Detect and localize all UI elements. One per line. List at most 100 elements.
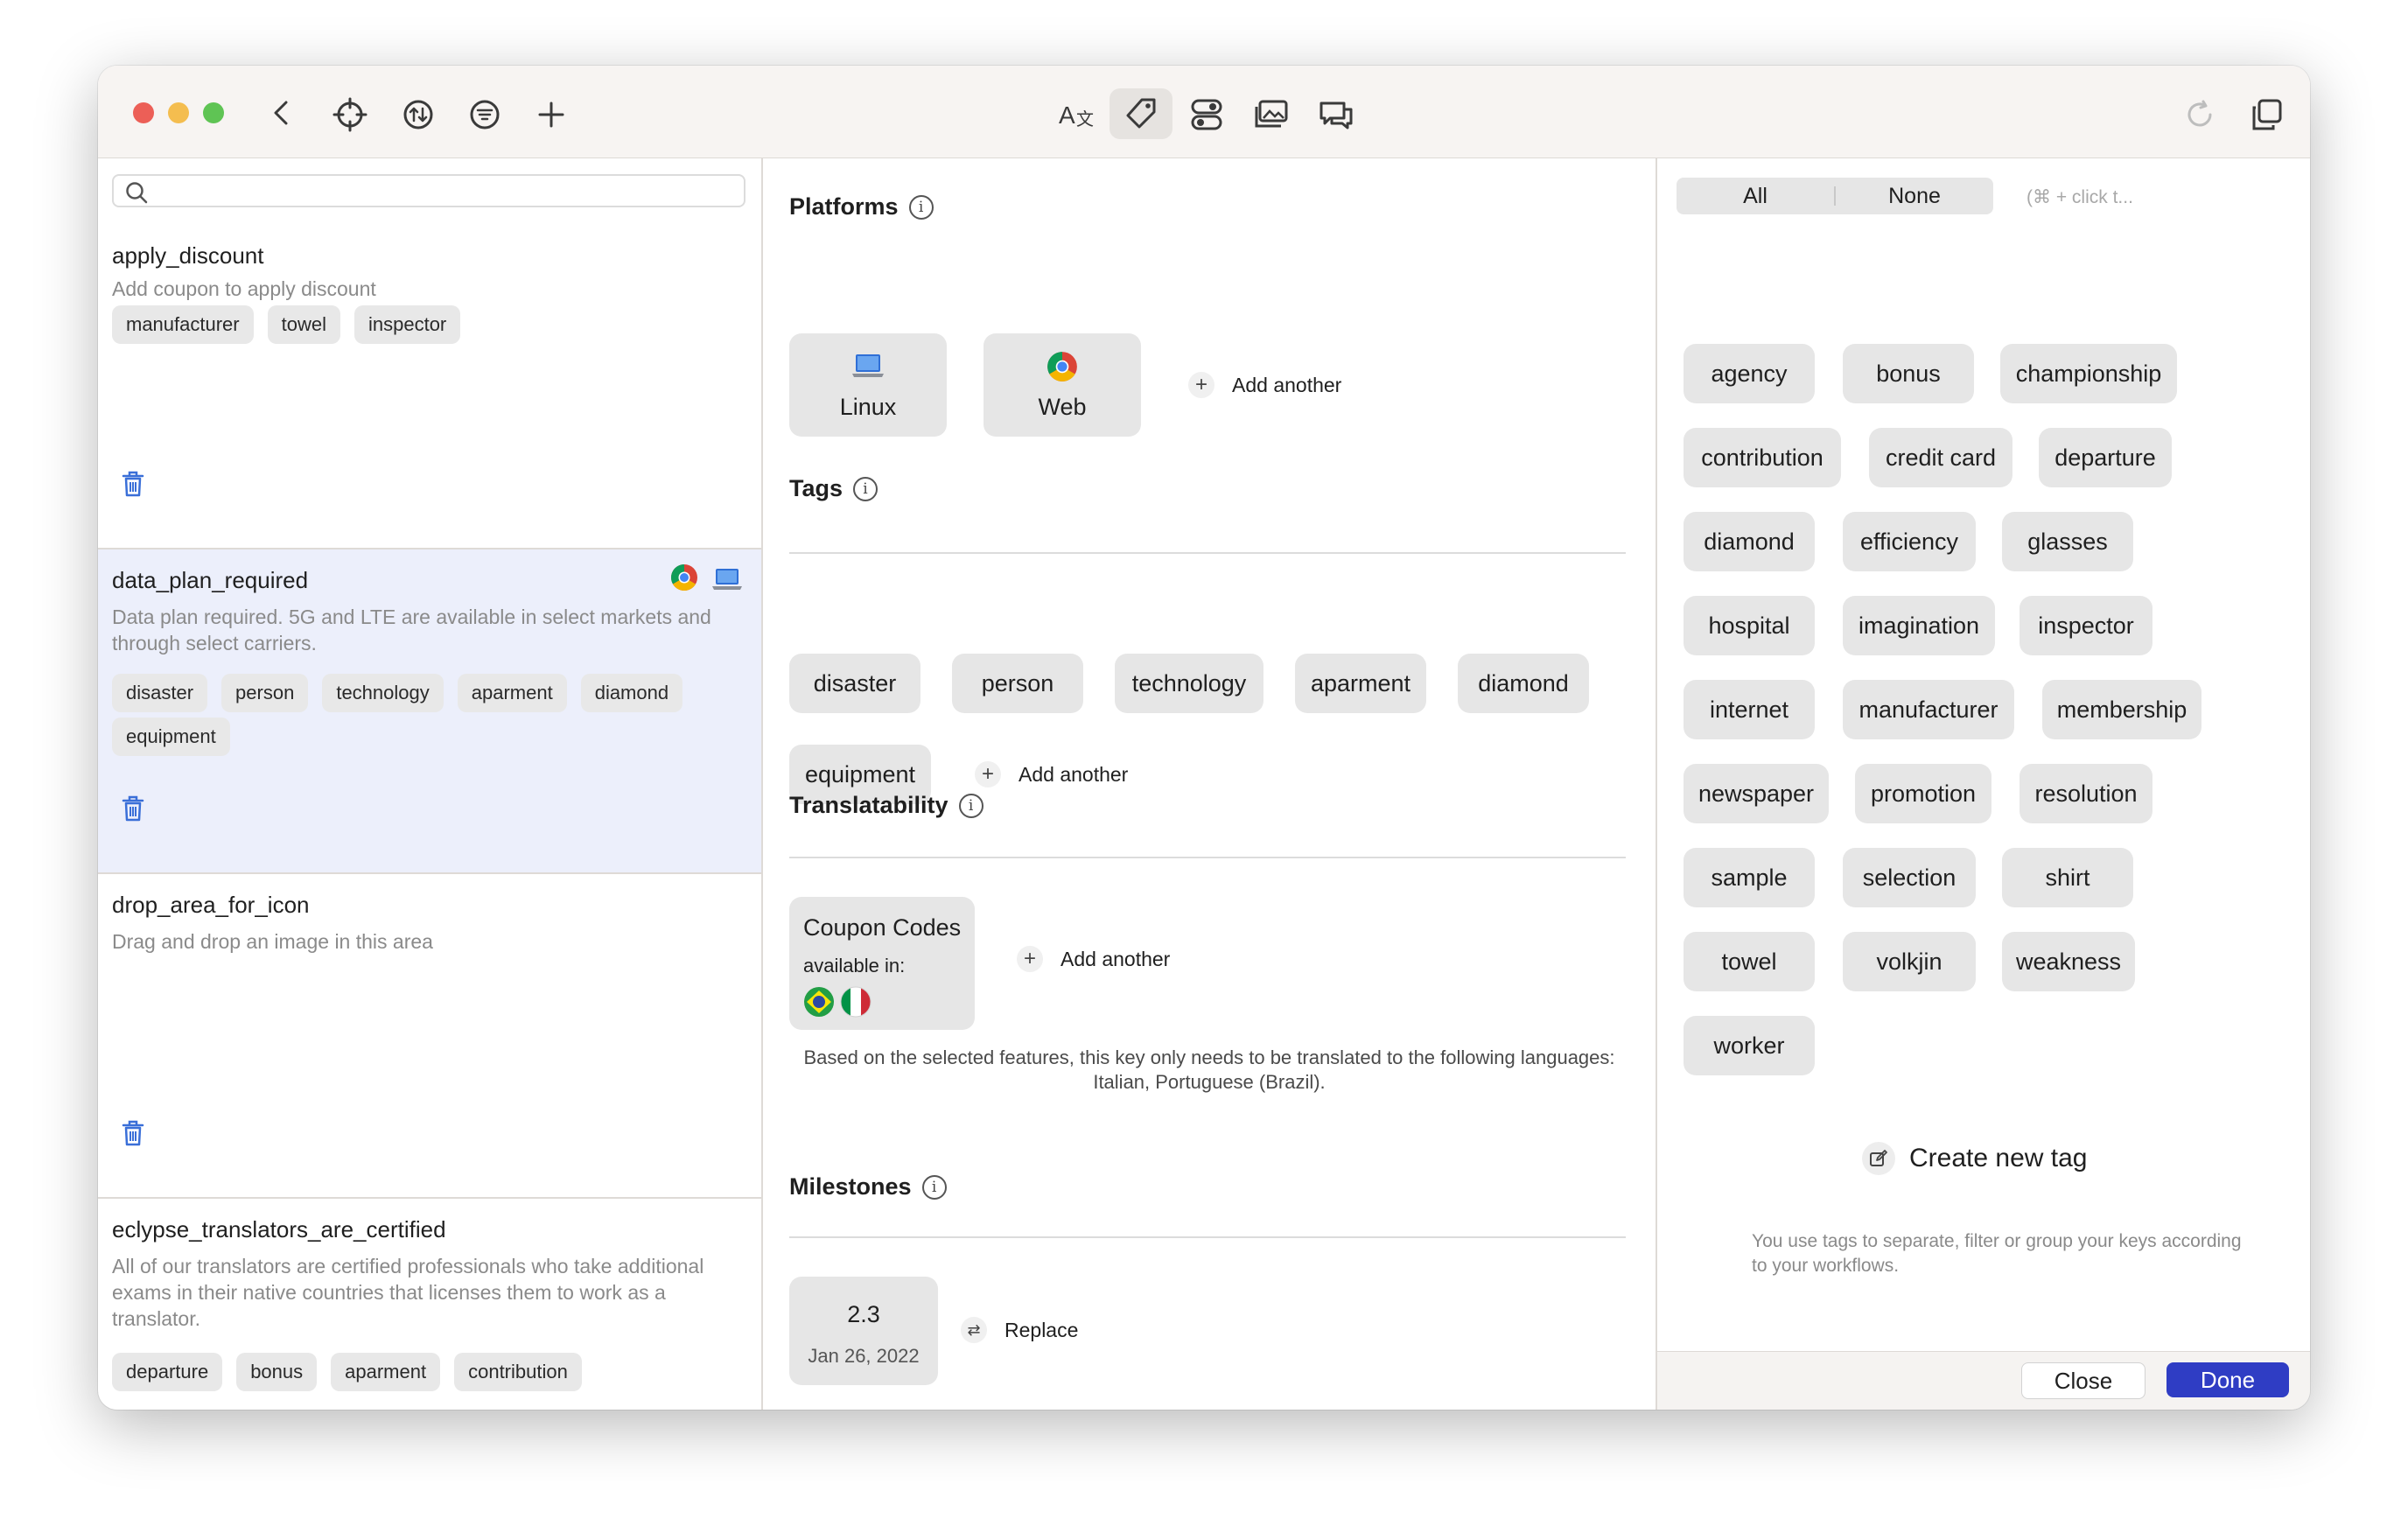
tag-option[interactable]: hospital <box>1684 596 1815 655</box>
available-in-label: available in: <box>803 955 906 976</box>
tag-option[interactable]: worker <box>1684 1016 1815 1075</box>
translate-icon[interactable]: A文 <box>1055 95 1099 134</box>
milestone-card[interactable]: 2.3 Jan 26, 2022 <box>789 1277 938 1385</box>
crosshair-icon[interactable] <box>331 95 369 134</box>
tag-option[interactable]: internet <box>1684 680 1815 739</box>
translatability-card[interactable]: Coupon Codes available in: <box>789 897 975 1030</box>
add-platform-label: Add another <box>1232 373 1342 396</box>
tag-option[interactable]: manufacturer <box>1843 680 2014 739</box>
search-input[interactable] <box>154 176 718 207</box>
tag-chip[interactable]: person <box>952 654 1083 713</box>
key-name: data_plan_required <box>112 567 309 593</box>
key-tag-chip: person <box>221 674 309 712</box>
chrome-icon <box>670 564 698 596</box>
key-list-panel: apply_discount Add coupon to apply disco… <box>98 158 763 1410</box>
tag-chip[interactable]: disaster <box>789 654 920 713</box>
search-field[interactable] <box>112 174 746 207</box>
select-none-button[interactable]: None <box>1836 184 1993 209</box>
comments-icon[interactable] <box>1314 95 1358 134</box>
select-all-button[interactable]: All <box>1676 184 1834 209</box>
milestones-title-text: Milestones <box>789 1173 912 1200</box>
picker-footer: Close Done <box>1657 1351 2310 1410</box>
platform-web-button[interactable]: Web <box>984 333 1141 437</box>
tag-icon[interactable] <box>1110 88 1172 139</box>
tag-option[interactable]: championship <box>2000 344 2177 403</box>
tags-title: Tags i <box>789 475 878 502</box>
tag-option[interactable]: imagination <box>1843 596 1995 655</box>
info-icon[interactable]: i <box>921 1174 947 1200</box>
key-list-item[interactable]: drop_area_for_icon Drag and drop an imag… <box>98 874 761 1199</box>
sort-icon[interactable] <box>399 95 438 134</box>
tag-option[interactable]: efficiency <box>1843 512 1976 571</box>
platform-linux-button[interactable]: Linux <box>789 333 947 437</box>
close-button[interactable]: Close <box>2021 1362 2146 1399</box>
tag-option[interactable]: glasses <box>2002 512 2133 571</box>
key-description: Add coupon to apply discount <box>112 277 376 300</box>
tag-option[interactable]: volkjin <box>1843 932 1976 991</box>
tag-picker-panel: All None (⌘ + click t... agency bonus ch… <box>1657 158 2310 1410</box>
section-divider <box>789 857 1626 858</box>
key-list-item[interactable]: apply_discount Add coupon to apply disco… <box>98 225 761 550</box>
platforms-title: Platforms i <box>789 193 934 220</box>
info-icon[interactable]: i <box>908 194 934 220</box>
tag-option[interactable]: agency <box>1684 344 1815 403</box>
key-name: apply_discount <box>112 242 264 269</box>
info-icon[interactable]: i <box>853 476 878 501</box>
tag-option[interactable]: shirt <box>2002 848 2133 907</box>
key-list-item-selected[interactable]: data_plan_required Data plan required. 5… <box>98 550 761 874</box>
add-icon[interactable] <box>532 95 570 134</box>
info-icon[interactable]: i <box>958 793 984 818</box>
refresh-icon[interactable] <box>2180 95 2219 134</box>
close-window-button[interactable] <box>133 102 154 123</box>
tag-chip[interactable]: technology <box>1115 654 1264 713</box>
tag-option[interactable]: newspaper <box>1684 764 1829 823</box>
tag-option[interactable]: contribution <box>1684 428 1841 487</box>
tags-title-text: Tags <box>789 475 844 501</box>
tag-option[interactable]: towel <box>1684 932 1815 991</box>
search-icon <box>124 180 149 209</box>
add-tag-button[interactable]: + Add another <box>975 745 1128 804</box>
done-button[interactable]: Done <box>2166 1362 2289 1397</box>
toggles-icon[interactable] <box>1185 95 1228 134</box>
tag-option[interactable]: diamond <box>1684 512 1815 571</box>
tag-option[interactable]: weakness <box>2002 932 2135 991</box>
replace-label: Replace <box>1004 1318 1079 1341</box>
add-platform-button[interactable]: + Add another <box>1188 372 1341 398</box>
tag-option[interactable]: resolution <box>2020 764 2152 823</box>
tag-option[interactable]: promotion <box>1855 764 1992 823</box>
images-icon[interactable] <box>1250 95 1293 134</box>
tag-chip[interactable]: aparment <box>1295 654 1426 713</box>
zoom-window-button[interactable] <box>203 102 224 123</box>
selection-segmented-control: All None <box>1676 178 1993 214</box>
add-translatability-button[interactable]: + Add another <box>1017 946 1170 972</box>
create-new-tag-label: Create new tag <box>1909 1144 2088 1172</box>
copy-window-icon[interactable] <box>2247 95 2286 134</box>
replace-milestone-button[interactable]: ⇄ Replace <box>961 1317 1078 1343</box>
create-new-tag-button[interactable]: Create new tag <box>1862 1142 2087 1175</box>
tag-chip[interactable]: diamond <box>1458 654 1589 713</box>
platform-label: Linux <box>839 394 897 420</box>
key-tag-chip: bonus <box>236 1353 318 1391</box>
tag-option[interactable]: departure <box>2039 428 2172 487</box>
back-icon[interactable] <box>264 95 299 130</box>
chrome-icon <box>1046 351 1078 387</box>
trash-icon[interactable] <box>121 470 145 502</box>
filter-icon[interactable] <box>466 95 504 134</box>
platforms-title-text: Platforms <box>789 193 899 220</box>
minimize-window-button[interactable] <box>168 102 189 123</box>
key-description: All of our translators are certified pro… <box>112 1255 704 1330</box>
key-tag-chip: towel <box>267 305 340 344</box>
tag-option[interactable]: inspector <box>2020 596 2152 655</box>
trash-icon[interactable] <box>121 1119 145 1152</box>
app-window: A文 apply_discount Add coupon to apply di… <box>98 66 2310 1410</box>
tag-option[interactable]: membership <box>2042 680 2202 739</box>
key-list-item[interactable]: eclypse_translators_are_certified All of… <box>98 1199 761 1410</box>
edit-icon <box>1862 1142 1895 1175</box>
translatability-title-text: Translatability <box>789 792 948 818</box>
tag-option[interactable]: bonus <box>1843 344 1974 403</box>
trash-icon[interactable] <box>121 794 145 827</box>
tag-option[interactable]: selection <box>1843 848 1976 907</box>
tag-option[interactable]: credit card <box>1869 428 2012 487</box>
tag-option[interactable]: sample <box>1684 848 1815 907</box>
key-tag-chip: equipment <box>112 718 230 756</box>
